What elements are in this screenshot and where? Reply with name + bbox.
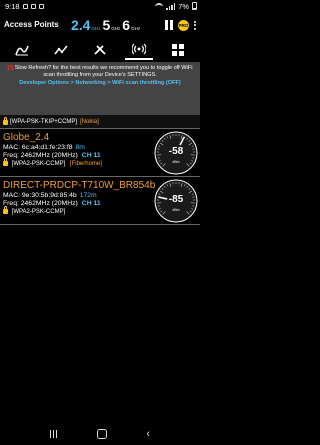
signal-gauge: -58 dBm <box>154 131 198 175</box>
banner-message: Slow Refresh? for the best results we re… <box>14 65 193 79</box>
home-icon[interactable] <box>96 429 107 439</box>
mac-address: MAC: 9e:30:5b:9d:85:4b <box>3 192 77 199</box>
cell-signal-icon <box>166 2 176 10</box>
lock-icon <box>3 206 8 215</box>
system-nav-bar: ‹ <box>0 423 200 445</box>
notification-icon <box>22 3 28 9</box>
encryption: [WPA2-PSK-CCMP] <box>11 161 66 168</box>
frequency: Freq: 2462MHz (20MHz) <box>3 152 78 160</box>
list-item[interactable]: DIRECT-PRDCP-T710W_BR854b MAC: 9e:30:5b:… <box>0 177 200 225</box>
settings-path: Developer Options > Networking > WiFi sc… <box>19 79 181 86</box>
channel: CH 11 <box>81 200 101 208</box>
recents-icon[interactable] <box>49 430 57 438</box>
pro-badge-icon[interactable]: PRO <box>178 19 189 31</box>
throttling-banner[interactable]: [!] Slow Refresh? for the best results w… <box>0 62 200 115</box>
battery-percent: 7% <box>178 1 189 11</box>
band-2-4-toggle[interactable]: 2.4 GHz <box>71 18 100 32</box>
chart-icon <box>54 45 68 55</box>
band-5-toggle[interactable]: 5 GHz <box>102 18 120 32</box>
signal-strength: -85 <box>168 194 184 205</box>
wifi-status-icon <box>155 3 164 9</box>
tab-grid[interactable] <box>164 40 192 60</box>
list-item[interactable]: [WPA-PSK-TKIP+CCMP] [Nokia] <box>0 115 200 129</box>
back-icon[interactable]: ‹ <box>146 428 150 440</box>
more-options-icon[interactable] <box>194 20 196 30</box>
frequency: Freq: 2462MHz (20MHz) <box>3 200 78 208</box>
grid-icon <box>172 44 185 56</box>
distance: 8m <box>75 144 85 151</box>
status-bar: 9:18 7% <box>0 0 200 12</box>
mac-address: MAC: 6c:a4:d1:fe:23:f8 <box>3 144 73 151</box>
channel: CH 11 <box>81 152 101 160</box>
vendor: [Fiberhome] <box>69 161 102 168</box>
lock-icon <box>3 158 8 167</box>
tab-access-points[interactable] <box>125 40 154 60</box>
tab-bar <box>0 38 200 62</box>
tab-chart[interactable] <box>47 40 75 60</box>
signal-unit: dBm <box>172 208 180 212</box>
band-6-toggle[interactable]: 6 GHz <box>122 18 140 32</box>
signal-strength: -58 <box>168 146 184 157</box>
access-point-list: [WPA-PSK-TKIP+CCMP] [Nokia] Globe_2.4 MA… <box>0 115 200 225</box>
signal-unit: dBm <box>172 160 180 164</box>
lock-icon <box>3 117 8 125</box>
encryption: [WPA2-PSK-CCMP] <box>11 209 66 216</box>
warning-marker: [!] <box>7 65 14 71</box>
graph-icon <box>14 45 29 56</box>
pause-icon[interactable] <box>165 20 173 30</box>
tab-tools[interactable] <box>86 40 114 60</box>
battery-icon <box>192 2 197 10</box>
list-item[interactable]: Globe_2.4 MAC: 6c:a4:d1:fe:23:f8 8m Freq:… <box>0 129 200 177</box>
band-filter: 2.4 GHz 5 GHz 6 GHz <box>71 18 140 32</box>
page-title: Access Points <box>4 20 59 29</box>
tab-graph[interactable] <box>8 40 36 60</box>
app-notification-icon <box>30 3 36 9</box>
app-header: Access Points 2.4 GHz 5 GHz 6 GHz PRO <box>0 12 200 38</box>
distance: 172m <box>79 192 97 199</box>
signal-gauge: -85 dBm <box>154 179 198 223</box>
message-icon <box>38 3 44 9</box>
access-points-icon <box>132 43 147 55</box>
status-time: 9:18 <box>5 1 20 11</box>
tools-icon <box>94 45 106 55</box>
